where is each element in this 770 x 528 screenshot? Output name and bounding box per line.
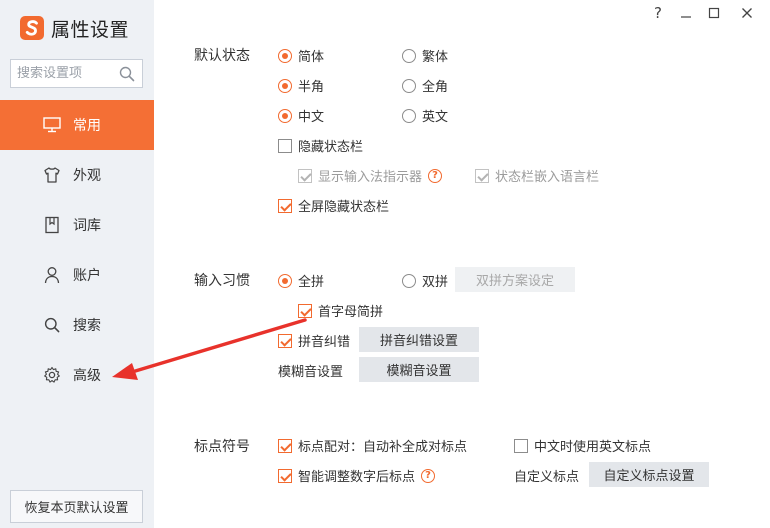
radio-label: 中文	[298, 110, 325, 125]
monitor-icon	[43, 116, 61, 134]
radio-label: 全拼	[298, 275, 325, 290]
radio-button[interactable]	[278, 78, 292, 93]
pinyin-correct-settings-button[interactable]: 拼音纠错设置	[359, 327, 479, 352]
checkbox[interactable]	[278, 198, 292, 213]
book-icon	[43, 216, 61, 234]
radio-traditional[interactable]: 繁体	[402, 46, 448, 65]
sidebar-item-dictionary[interactable]: 词库	[0, 200, 154, 250]
radio-english[interactable]: 英文	[402, 106, 448, 125]
radio-button[interactable]	[402, 273, 416, 288]
checkbox-initials-abbr[interactable]: 首字母简拼	[298, 301, 383, 320]
checkbox-fullscreen-hide[interactable]: 全屏隐藏状态栏	[278, 196, 389, 215]
fuzzy-sound-settings-button[interactable]: 模糊音设置	[359, 357, 479, 382]
brand: 属性设置	[20, 14, 129, 42]
radio-double-pinyin[interactable]: 双拼	[402, 271, 448, 290]
section-label-input-habit: 输入习惯	[194, 273, 250, 289]
radio-button[interactable]	[278, 273, 292, 288]
sogou-logo-icon	[20, 16, 44, 40]
custom-punct-settings-button[interactable]: 自定义标点设置	[589, 462, 709, 487]
search-box[interactable]	[10, 59, 143, 88]
user-icon	[43, 266, 61, 284]
search-icon[interactable]	[119, 66, 135, 82]
checkbox-label: 标点配对：自动补全成对标点	[298, 440, 468, 455]
sidebar-item-label: 账户	[73, 268, 101, 284]
checkbox-label: 中文时使用英文标点	[534, 440, 652, 455]
section-label-default-state: 默认状态	[194, 48, 250, 64]
checkbox-punct-pairing[interactable]: 标点配对：自动补全成对标点	[278, 436, 467, 455]
sidebar-item-label: 词库	[73, 218, 101, 234]
close-icon[interactable]	[737, 4, 757, 22]
radio-fullwidth[interactable]: 全角	[402, 76, 448, 95]
radio-simplified[interactable]: 简体	[278, 46, 324, 65]
gear-icon	[43, 366, 61, 384]
radio-button[interactable]	[402, 108, 416, 123]
radio-label: 全角	[422, 80, 449, 95]
checkbox[interactable]	[475, 168, 489, 183]
checkbox-smart-adjust[interactable]: 智能调整数字后标点 ?	[278, 466, 436, 485]
double-pinyin-scheme-button[interactable]: 双拼方案设定	[455, 267, 575, 292]
checkbox[interactable]	[298, 168, 312, 183]
radio-button[interactable]	[402, 78, 416, 93]
shirt-icon	[43, 166, 61, 184]
sidebar-item-label: 高级	[73, 368, 101, 384]
radio-label: 英文	[422, 110, 449, 125]
radio-halfwidth[interactable]: 半角	[278, 76, 324, 95]
help-icon[interactable]: ?	[648, 4, 668, 22]
radio-label: 双拼	[422, 275, 449, 290]
help-icon[interactable]: ?	[421, 468, 436, 483]
checkbox-embed-langbar[interactable]: 状态栏嵌入语言栏	[475, 166, 599, 185]
radio-button[interactable]	[402, 48, 416, 63]
checkbox-show-indicator[interactable]: 显示输入法指示器 ?	[298, 166, 443, 185]
sidebar-item-common[interactable]: 常用	[0, 100, 154, 150]
checkbox[interactable]	[514, 438, 528, 453]
checkbox[interactable]	[278, 438, 292, 453]
checkbox-label: 全屏隐藏状态栏	[298, 200, 390, 215]
checkbox[interactable]	[278, 138, 292, 153]
radio-label: 繁体	[422, 50, 449, 65]
sidebar-item-appearance[interactable]: 外观	[0, 150, 154, 200]
help-icon[interactable]: ?	[428, 168, 443, 183]
checkbox-hide-statusbar[interactable]: 隐藏状态栏	[278, 136, 363, 155]
checkbox-label: 智能调整数字后标点	[298, 470, 416, 485]
custom-punct-label: 自定义标点	[514, 470, 580, 485]
sidebar-item-label: 常用	[73, 118, 101, 134]
sidebar-item-account[interactable]: 账户	[0, 250, 154, 300]
maximize-icon[interactable]	[704, 4, 724, 22]
minimize-icon[interactable]	[676, 4, 696, 22]
checkbox[interactable]	[298, 303, 312, 318]
sidebar-item-label: 外观	[73, 168, 101, 184]
sidebar-item-label: 搜索	[73, 318, 101, 334]
app-title: 属性设置	[51, 18, 130, 41]
radio-chinese[interactable]: 中文	[278, 106, 324, 125]
checkbox[interactable]	[278, 468, 292, 483]
radio-full-pinyin[interactable]: 全拼	[278, 271, 324, 290]
checkbox-english-punct[interactable]: 中文时使用英文标点	[514, 436, 651, 455]
checkbox-label: 显示输入法指示器	[318, 170, 423, 185]
checkbox-label: 状态栏嵌入语言栏	[495, 170, 600, 185]
radio-button[interactable]	[278, 48, 292, 63]
reset-defaults-button[interactable]: 恢复本页默认设置	[10, 490, 143, 523]
search-icon	[43, 316, 61, 334]
radio-label: 半角	[298, 80, 325, 95]
section-label-punctuation: 标点符号	[194, 439, 250, 455]
search-input[interactable]	[17, 66, 115, 81]
checkbox-label: 首字母简拼	[318, 305, 384, 320]
checkbox-label: 隐藏状态栏	[298, 140, 364, 155]
annotation-arrow-icon	[112, 318, 307, 380]
radio-button[interactable]	[278, 108, 292, 123]
sidebar: 属性设置 常用 外观 词库 账户 搜索	[0, 0, 154, 528]
radio-label: 简体	[298, 50, 325, 65]
